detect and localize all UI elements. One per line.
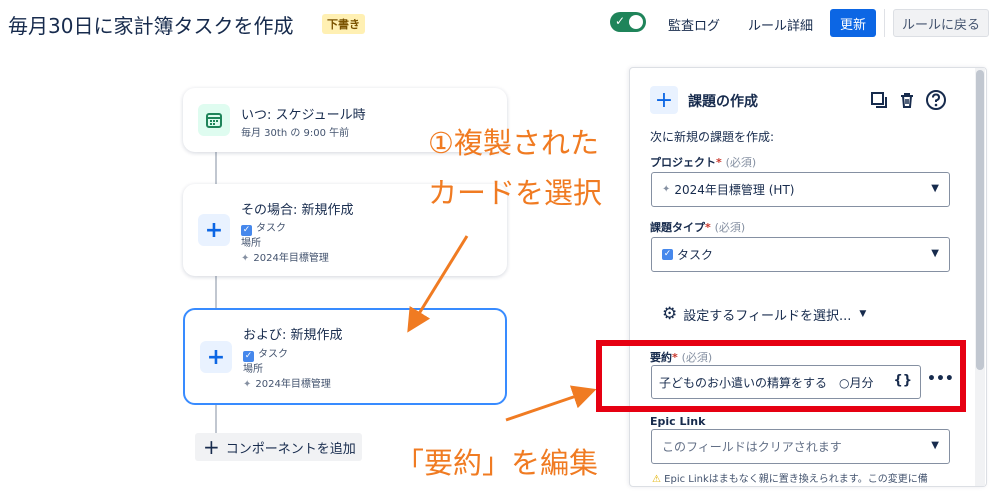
plus-icon: + — [200, 341, 232, 373]
plus-icon: + — [198, 214, 230, 246]
plus-icon: + — [650, 86, 678, 114]
panel-intro: 次に新規の課題を作成: — [650, 130, 775, 144]
chevron-down-icon: ▼ — [931, 183, 939, 194]
project-text: 2024年目標管理 — [253, 253, 329, 264]
issue-type-field-label: 課題タイプ* (必須) — [650, 221, 746, 234]
card-location-label: 場所 — [241, 238, 261, 249]
panel-title: 課題の作成 — [688, 94, 758, 110]
draft-badge: 下書き — [322, 14, 365, 34]
issue-type-text: タスク — [256, 223, 286, 234]
field-config-button[interactable]: ⚙ 設定するフィールドを選択... ▼ — [662, 304, 866, 324]
duplicated-action-card[interactable]: + および: 新規作成 ✓ タスク 場所 ✦ 2024年目標管理 — [183, 308, 507, 405]
checkbox-icon: ✓ — [662, 249, 673, 260]
summary-highlight-box — [596, 340, 966, 412]
annotation-step1-line1: ①複製された — [428, 126, 599, 160]
rule-enabled-toggle[interactable]: ✓ — [610, 12, 646, 32]
card-project: ✦ 2024年目標管理 — [243, 375, 331, 390]
panel-scrollbar-thumb[interactable] — [976, 70, 984, 370]
update-button[interactable]: 更新 — [830, 9, 876, 37]
card-location-label: 場所 — [243, 364, 263, 375]
annotation-step2: 「要約」を編集 — [395, 446, 599, 480]
warning-icon: ⚠ — [652, 474, 661, 485]
gear-icon: ⚙ — [662, 304, 678, 324]
epic-link-select[interactable]: このフィールドはクリアされます ▼ — [651, 429, 950, 464]
chevron-down-icon: ▼ — [931, 440, 939, 451]
project-select[interactable]: ✦ 2024年目標管理 (HT) ▼ — [651, 172, 950, 207]
flow-connector — [215, 276, 217, 309]
project-select-value: 2024年目標管理 (HT) — [674, 183, 795, 197]
plus-icon: + — [203, 435, 220, 459]
check-icon: ✓ — [615, 14, 626, 28]
rule-details-link[interactable]: ルール詳細 — [748, 15, 813, 34]
field-config-label: 設定するフィールドを選択... — [683, 308, 852, 324]
card-title: いつ: スケジュール時 — [241, 108, 366, 123]
chevron-down-icon: ▼ — [931, 248, 939, 259]
toggle-knob — [629, 15, 643, 29]
duplicate-icon[interactable] — [867, 88, 891, 112]
epic-link-label: Epic Link — [650, 415, 706, 428]
calendar-icon — [198, 104, 230, 136]
project-icon: ✦ — [241, 253, 250, 264]
issue-type-text: タスク — [258, 349, 288, 360]
annotation-step1-line2: カードを選択 — [428, 176, 603, 210]
project-text: 2024年目標管理 — [255, 379, 331, 390]
toolbar-divider — [884, 9, 885, 37]
flow-connector — [215, 152, 217, 184]
epic-link-value: このフィールドはクリアされます — [662, 440, 842, 454]
chevron-down-icon: ▼ — [859, 309, 867, 319]
flow-connector — [215, 404, 217, 434]
project-icon: ✦ — [243, 379, 252, 390]
card-title: および: 新規作成 — [243, 328, 343, 343]
help-icon[interactable] — [924, 88, 948, 112]
project-icon: ✦ — [662, 184, 671, 195]
card-title: その場合: 新規作成 — [241, 203, 354, 218]
epic-link-warning: ⚠ Epic Linkはまもなく親に置き換えられます。この変更に備 — [652, 474, 928, 485]
back-to-rules-button[interactable]: ルールに戻る — [893, 9, 989, 37]
issue-type-select-value: タスク — [677, 248, 714, 262]
issue-type-select[interactable]: ✓ タスク ▼ — [651, 237, 950, 272]
audit-log-link[interactable]: 監査ログ — [668, 15, 720, 34]
add-component-button[interactable]: + コンポーネントを追加 — [195, 433, 362, 461]
card-project: ✦ 2024年目標管理 — [241, 249, 329, 264]
trash-icon[interactable] — [895, 88, 919, 112]
page-title: 毎月30日に家計簿タスクを作成 — [8, 14, 294, 38]
card-detail: 毎月 30th の 9:00 午前 — [241, 128, 350, 139]
action-config-panel: + 課題の作成 次に新規の課題を作成: プロジェクト* (必須) ✦ 2024年… — [629, 67, 987, 487]
add-component-label: コンポーネントを追加 — [225, 441, 356, 457]
project-field-label: プロジェクト* (必須) — [650, 156, 757, 169]
arrow-to-summary — [505, 385, 597, 422]
